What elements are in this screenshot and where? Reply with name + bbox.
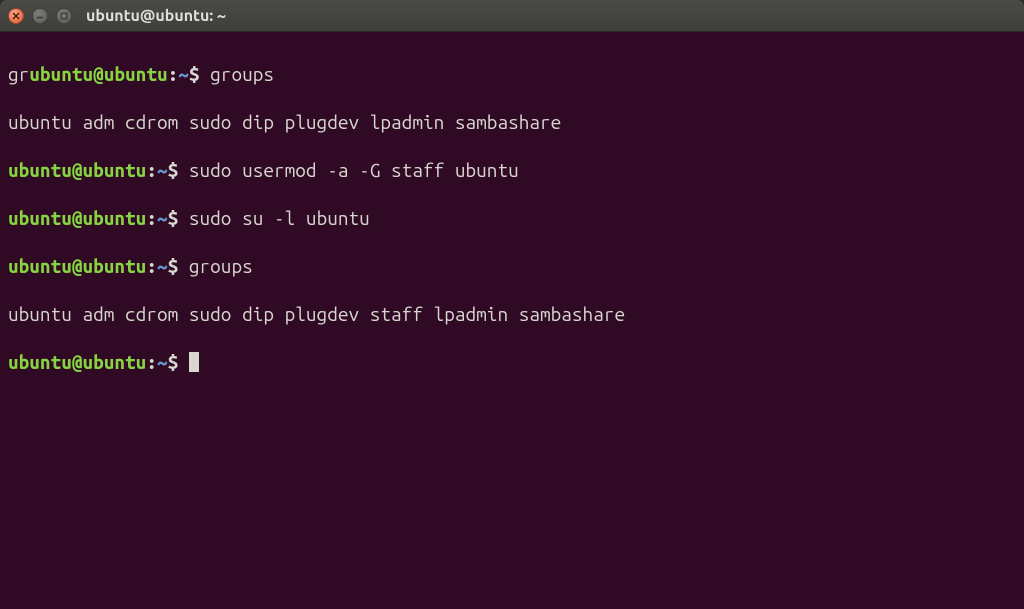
prompt-userhost: ubuntu@ubuntu (8, 351, 146, 373)
prefix-text: gr (8, 63, 29, 85)
output-text: ubuntu adm cdrom sudo dip plugdev staff … (8, 303, 625, 325)
cursor (189, 352, 199, 372)
prompt-sep: : (146, 351, 157, 373)
output-text: ubuntu adm cdrom sudo dip plugdev lpadmi… (8, 111, 561, 133)
minimize-icon (36, 12, 44, 20)
terminal-line: grubuntu@ubuntu:~$ groups (8, 62, 1016, 86)
prompt-dollar: $ (189, 63, 200, 85)
window-controls (8, 8, 72, 24)
terminal-line: ubuntu@ubuntu:~$ sudo su -l ubuntu (8, 206, 1016, 230)
titlebar[interactable]: ubuntu@ubuntu: ~ (0, 0, 1024, 32)
minimize-button[interactable] (32, 8, 48, 24)
prompt-path: ~ (157, 351, 168, 373)
prompt-userhost: ubuntu@ubuntu (8, 159, 146, 181)
close-icon (12, 12, 20, 20)
maximize-icon (60, 12, 68, 20)
terminal-line: ubuntu@ubuntu:~$ groups (8, 254, 1016, 278)
prompt-dollar: $ (168, 255, 179, 277)
command-text: groups (200, 63, 274, 85)
terminal-window: ubuntu@ubuntu: ~ grubuntu@ubuntu:~$ grou… (0, 0, 1024, 609)
prompt-userhost: ubuntu@ubuntu (8, 207, 146, 229)
prompt-dollar: $ (168, 159, 179, 181)
prompt-sep: : (168, 63, 179, 85)
terminal-line: ubuntu@ubuntu:~$ (8, 350, 1016, 374)
command-text (178, 351, 189, 373)
prompt-sep: : (146, 255, 157, 277)
maximize-button[interactable] (56, 8, 72, 24)
prompt-path: ~ (157, 159, 168, 181)
prompt-path: ~ (157, 255, 168, 277)
command-text: sudo usermod -a -G staff ubuntu (178, 159, 518, 181)
prompt-path: ~ (178, 63, 189, 85)
close-button[interactable] (8, 8, 24, 24)
command-text: sudo su -l ubuntu (178, 207, 370, 229)
prompt-path: ~ (157, 207, 168, 229)
prompt-dollar: $ (168, 351, 179, 373)
prompt-sep: : (146, 207, 157, 229)
command-text: groups (178, 255, 252, 277)
prompt-dollar: $ (168, 207, 179, 229)
prompt-userhost: ubuntu@ubuntu (8, 255, 146, 277)
prompt-sep: : (146, 159, 157, 181)
terminal-line: ubuntu adm cdrom sudo dip plugdev lpadmi… (8, 110, 1016, 134)
window-title: ubuntu@ubuntu: ~ (86, 7, 226, 25)
terminal-line: ubuntu@ubuntu:~$ sudo usermod -a -G staf… (8, 158, 1016, 182)
terminal-line: ubuntu adm cdrom sudo dip plugdev staff … (8, 302, 1016, 326)
terminal-body[interactable]: grubuntu@ubuntu:~$ groups ubuntu adm cdr… (0, 32, 1024, 609)
prompt-userhost: ubuntu@ubuntu (29, 63, 167, 85)
